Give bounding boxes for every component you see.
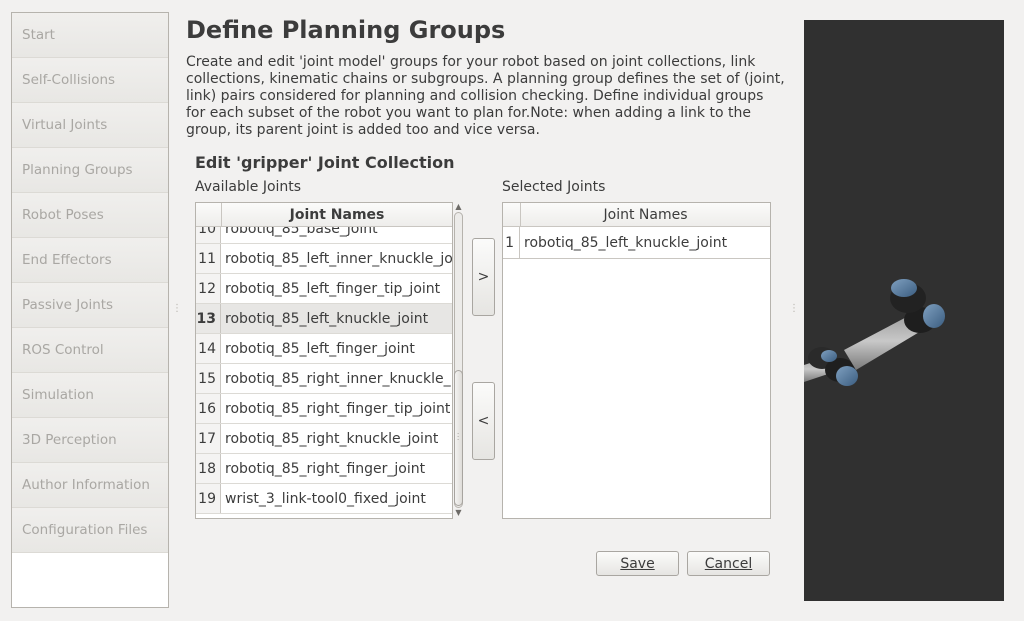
table-row-selected[interactable]: 13 robotiq_85_left_knuckle_joint bbox=[196, 304, 452, 334]
available-table-scrollbar[interactable]: ▲ · · · ▼ bbox=[452, 202, 465, 518]
table-row[interactable]: 14 robotiq_85_left_finger_joint bbox=[196, 334, 452, 364]
wizard-sidebar: Start Self-Collisions Virtual Joints Pla… bbox=[11, 12, 169, 608]
save-button[interactable]: Save bbox=[596, 551, 679, 576]
remove-joint-button[interactable]: < bbox=[472, 382, 495, 460]
sidebar-item-virtual-joints[interactable]: Virtual Joints bbox=[12, 103, 168, 148]
scrollbar-grip-icon: · · · bbox=[457, 430, 460, 444]
sidebar-item-planning-groups[interactable]: Planning Groups bbox=[12, 148, 168, 193]
joint-name-cell: robotiq_85_left_knuckle_joint bbox=[225, 311, 429, 327]
row-number: 1 bbox=[503, 227, 520, 258]
row-number: 16 bbox=[196, 394, 221, 423]
joint-name-cell: robotiq_85_left_inner_knuckle_jo bbox=[225, 251, 452, 267]
available-joints-label: Available Joints bbox=[195, 179, 302, 195]
sidebar-item-author-information[interactable]: Author Information bbox=[12, 463, 168, 508]
row-number: 14 bbox=[196, 334, 221, 363]
joint-name-cell: robotiq_85_right_finger_joint bbox=[225, 461, 426, 477]
row-number: 11 bbox=[196, 244, 221, 273]
sidebar-item-configuration-files[interactable]: Configuration Files bbox=[12, 508, 168, 553]
available-joints-table[interactable]: 10 robotiq_85_base_joint 11 robotiq_85_l… bbox=[195, 202, 453, 519]
joint-name-cell: robotiq_85_left_knuckle_joint bbox=[524, 235, 728, 251]
joint-name-cell: robotiq_85_left_finger_tip_joint bbox=[225, 281, 441, 297]
table-row[interactable]: 11 robotiq_85_left_inner_knuckle_jo bbox=[196, 244, 452, 274]
sidebar-item-start[interactable]: Start bbox=[12, 13, 168, 58]
robot-arm-render bbox=[804, 279, 945, 386]
table-row[interactable]: 18 robotiq_85_right_finger_joint bbox=[196, 454, 452, 484]
page-title: Define Planning Groups bbox=[186, 16, 506, 44]
joint-name-cell: robotiq_85_right_finger_tip_joint bbox=[225, 401, 451, 417]
sidebar-item-end-effectors[interactable]: End Effectors bbox=[12, 238, 168, 283]
row-number: 13 bbox=[196, 304, 221, 333]
row-number: 17 bbox=[196, 424, 221, 453]
sidebar-item-robot-poses[interactable]: Robot Poses bbox=[12, 193, 168, 238]
table-row[interactable]: 1 robotiq_85_left_knuckle_joint bbox=[503, 227, 770, 259]
header-corner bbox=[503, 203, 521, 226]
joint-name-cell: robotiq_85_right_inner_knuckle_ bbox=[225, 371, 451, 387]
column-header-joint-names[interactable]: Joint Names bbox=[521, 203, 770, 226]
scroll-down-arrow-icon[interactable]: ▼ bbox=[452, 508, 465, 518]
right-splitter-handle[interactable]: ⋮ bbox=[789, 303, 799, 314]
selected-table-header: Joint Names bbox=[503, 203, 770, 227]
joint-name-cell: robotiq_85_right_knuckle_joint bbox=[225, 431, 439, 447]
cancel-button[interactable]: Cancel bbox=[687, 551, 770, 576]
joint-name-cell: wrist_3_link-tool0_fixed_joint bbox=[225, 491, 426, 507]
robot-3d-viewport[interactable] bbox=[804, 20, 1004, 601]
table-row[interactable]: 10 robotiq_85_base_joint bbox=[196, 227, 452, 244]
table-row[interactable]: 19 wrist_3_link-tool0_fixed_joint bbox=[196, 484, 452, 514]
row-number: 10 bbox=[196, 227, 221, 243]
table-row[interactable]: 12 robotiq_85_left_finger_tip_joint bbox=[196, 274, 452, 304]
available-rows: 10 robotiq_85_base_joint 11 robotiq_85_l… bbox=[196, 227, 452, 518]
joint-name-cell: robotiq_85_left_finger_joint bbox=[225, 341, 415, 357]
sidebar-item-3d-perception[interactable]: 3D Perception bbox=[12, 418, 168, 463]
available-table-header: Joint Names bbox=[196, 203, 452, 227]
joint-name-cell: robotiq_85_base_joint bbox=[225, 227, 378, 237]
table-row[interactable]: 15 robotiq_85_right_inner_knuckle_ bbox=[196, 364, 452, 394]
table-row[interactable]: 17 robotiq_85_right_knuckle_joint bbox=[196, 424, 452, 454]
sidebar-item-ros-control[interactable]: ROS Control bbox=[12, 328, 168, 373]
header-corner bbox=[196, 203, 222, 226]
add-joint-button[interactable]: > bbox=[472, 238, 495, 316]
selected-joints-table[interactable]: Joint Names 1 robotiq_85_left_knuckle_jo… bbox=[502, 202, 771, 519]
page-description: Create and edit 'joint model' groups for… bbox=[186, 54, 785, 138]
column-header-joint-names[interactable]: Joint Names bbox=[222, 203, 452, 226]
row-number: 12 bbox=[196, 274, 221, 303]
table-row[interactable]: 16 robotiq_85_right_finger_tip_joint bbox=[196, 394, 452, 424]
save-button-label: Save bbox=[620, 555, 655, 572]
cancel-button-label: Cancel bbox=[704, 555, 753, 572]
group-editor-title: Edit 'gripper' Joint Collection bbox=[195, 153, 455, 172]
row-number: 19 bbox=[196, 484, 221, 513]
left-splitter-handle[interactable]: ⋮ bbox=[172, 303, 182, 314]
row-number: 15 bbox=[196, 364, 221, 393]
row-number: 18 bbox=[196, 454, 221, 483]
scrollbar-thumb[interactable]: · · · bbox=[454, 370, 463, 506]
sidebar-item-self-collisions[interactable]: Self-Collisions bbox=[12, 58, 168, 103]
scroll-up-arrow-icon[interactable]: ▲ bbox=[452, 202, 465, 212]
sidebar-item-simulation[interactable]: Simulation bbox=[12, 373, 168, 418]
sidebar-item-passive-joints[interactable]: Passive Joints bbox=[12, 283, 168, 328]
selected-joints-label: Selected Joints bbox=[502, 179, 606, 195]
